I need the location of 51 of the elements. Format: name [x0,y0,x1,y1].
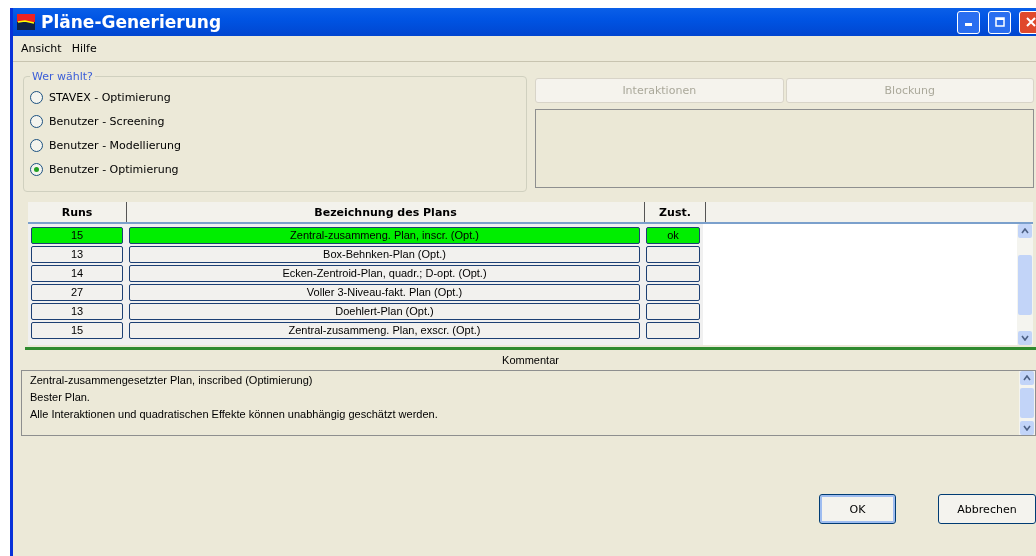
close-button[interactable] [1019,10,1036,34]
radio-label[interactable]: Benutzer - Modellierung [49,138,181,152]
close-icon [1025,17,1036,27]
scroll-down-icon[interactable] [1023,425,1031,431]
radio-label[interactable]: Benutzer - Screening [49,114,165,128]
scrollbar[interactable] [1019,371,1035,435]
table-cell[interactable] [646,284,700,301]
dialog-button[interactable]: OK [819,494,896,524]
window-title: Pläne-Generierung [41,12,223,32]
table-cell[interactable]: Zentral-zusammeng. Plan, exscr. (Opt.) [129,322,640,339]
table-cell[interactable]: Ecken-Zentroid-Plan, quadr.; D-opt. (Opt.) [129,265,640,282]
comment-line: Bester Plan. [30,391,91,403]
scroll-up-icon[interactable] [1021,228,1029,234]
scroll-up-icon[interactable] [1023,375,1031,381]
scrollbar[interactable] [1017,224,1033,345]
table-cell[interactable] [646,303,700,320]
table-cell[interactable]: 14 [31,265,123,282]
table-cell[interactable]: Zentral-zusammeng. Plan, inscr. (Opt.) [129,227,640,244]
column-header[interactable]: Bezeichnung des Plans [127,202,645,222]
table-cell[interactable]: Box-Behnken-Plan (Opt.) [129,246,640,263]
table-cell[interactable]: 13 [31,303,123,320]
table-cell[interactable]: ok [646,227,700,244]
table-cell[interactable]: Doehlert-Plan (Opt.) [129,303,640,320]
comment-header: Kommentar [501,353,560,368]
radio-button[interactable] [30,114,43,128]
table-cell[interactable] [646,265,700,282]
maximize-icon [994,17,1005,27]
radio-label[interactable]: STAVEX - Optimierung [49,90,171,104]
comment-line: Alle Interaktionen und quadratischen Effekte können unabhängig geschätzt werden. [30,408,439,420]
group-title: Wer wählt? [31,70,94,83]
menu-item[interactable]: Hilfe [71,42,97,55]
radio-label[interactable]: Benutzer - Optimierung [49,162,179,176]
table-cell[interactable]: 13 [31,246,123,263]
table-cell[interactable]: 27 [31,284,123,301]
maximize-button[interactable] [988,10,1011,34]
scroll-down-icon[interactable] [1021,335,1029,341]
radio-button[interactable] [30,162,43,176]
column-header[interactable]: Runs [28,202,127,222]
table-cell[interactable]: 15 [31,322,123,339]
column-header[interactable]: Zust. [645,202,706,222]
dialog-button[interactable]: Abbrechen [938,494,1036,524]
radio-button[interactable] [30,90,43,104]
comment-line: Zentral-zusammengesetzter Plan, inscribed (Optimierung) [30,374,314,386]
table-cell[interactable]: Voller 3-Niveau-fakt. Plan (Opt.) [129,284,640,301]
menu-item[interactable]: Ansicht [21,42,62,55]
radio-button[interactable] [30,138,43,152]
app-icon [17,14,35,30]
minimize-button[interactable] [957,10,980,34]
table-cell[interactable]: 15 [31,227,123,244]
table-cell[interactable] [646,322,700,339]
table-cell[interactable] [646,246,700,263]
